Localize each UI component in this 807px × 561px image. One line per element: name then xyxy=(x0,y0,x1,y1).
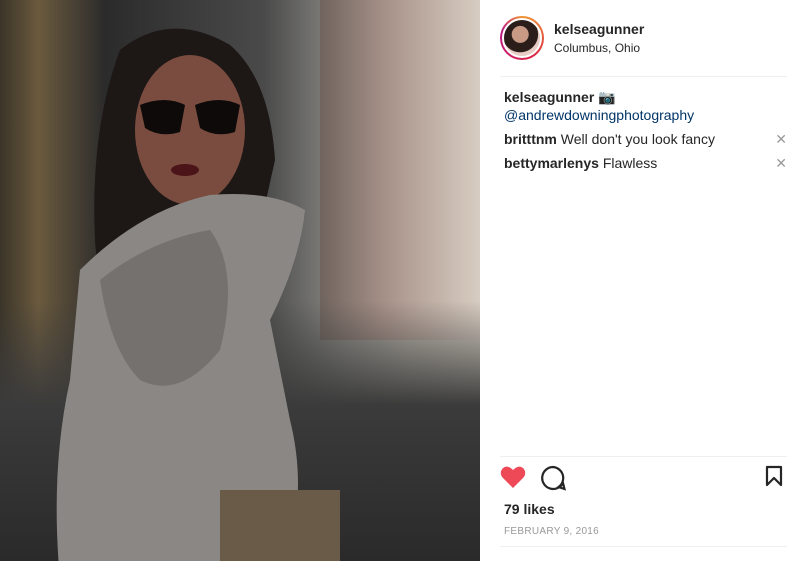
photo-subject xyxy=(56,28,340,561)
divider xyxy=(500,546,787,547)
bookmark-icon[interactable] xyxy=(765,465,783,492)
close-icon[interactable]: ✕ xyxy=(775,154,787,172)
avatar-story-ring[interactable] xyxy=(500,16,544,60)
comments-section: kelseagunner 📷 @andrewdowningphotography… xyxy=(504,88,787,178)
likes-count[interactable]: 79 likes xyxy=(504,501,555,517)
caption-author[interactable]: kelseagunner xyxy=(504,89,594,105)
comment-item: britttnm Well don't you look fancy ✕ xyxy=(504,130,787,148)
comment-item: bettymarlenys Flawless ✕ xyxy=(504,154,787,172)
heart-icon[interactable] xyxy=(500,465,526,494)
header-username[interactable]: kelseagunner xyxy=(554,21,644,37)
comment-author[interactable]: bettymarlenys xyxy=(504,155,599,171)
user-meta: kelseagunner Columbus, Ohio xyxy=(554,21,644,55)
post-date[interactable]: FEBRUARY 9, 2016 xyxy=(504,526,599,537)
close-icon[interactable]: ✕ xyxy=(775,130,787,148)
comment-icon[interactable] xyxy=(540,465,567,496)
comment-text: Flawless xyxy=(602,155,658,171)
comment-text: Well don't you look fancy xyxy=(560,131,715,147)
header-location[interactable]: Columbus, Ohio xyxy=(554,41,644,55)
post-header: kelseagunner Columbus, Ohio xyxy=(500,0,787,77)
caption: kelseagunner 📷 @andrewdowningphotography xyxy=(504,88,787,124)
avatar[interactable] xyxy=(502,18,542,58)
comment-author[interactable]: britttnm xyxy=(504,131,557,147)
post-sidebar: kelseagunner Columbus, Ohio kelseagunner… xyxy=(480,0,807,561)
post: kelseagunner Columbus, Ohio kelseagunner… xyxy=(0,0,807,561)
caption-mention-link[interactable]: @andrewdowningphotography xyxy=(504,107,694,123)
camera-emoji: 📷 xyxy=(598,89,616,105)
post-photo[interactable] xyxy=(0,0,480,561)
action-bar xyxy=(500,456,787,497)
